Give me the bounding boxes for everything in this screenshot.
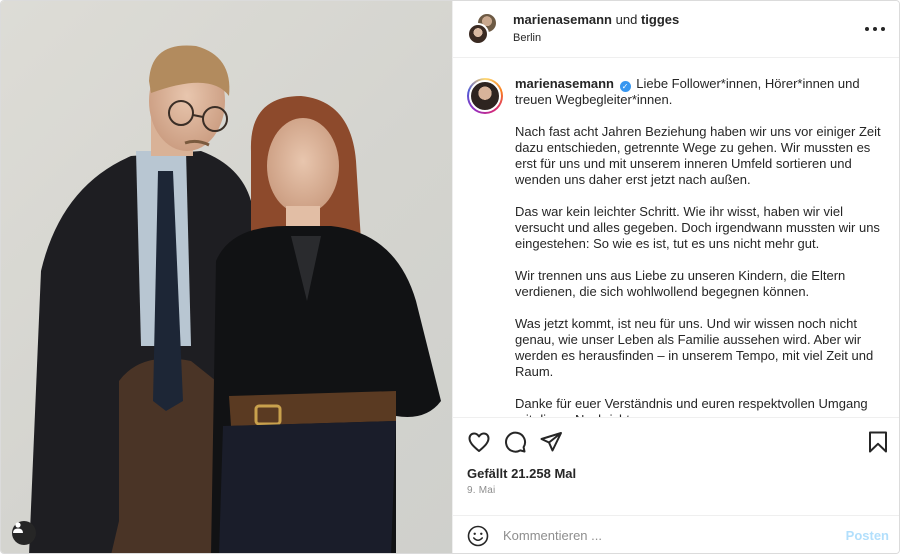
- caption-paragraph: Danke für euer Verständnis und euren res…: [515, 396, 868, 417]
- header-collaborator-link[interactable]: tigges: [641, 12, 679, 27]
- user-icon: [13, 522, 23, 533]
- comment-input[interactable]: [503, 528, 846, 543]
- instagram-post: marienasemann und tigges Berlin marienas…: [0, 0, 900, 554]
- caption-avatar[interactable]: [467, 78, 503, 114]
- save-button[interactable]: [866, 430, 890, 454]
- avatar[interactable]: [467, 23, 489, 45]
- share-icon: [540, 431, 562, 451]
- collab-avatars[interactable]: [467, 9, 507, 49]
- location-link[interactable]: Berlin: [513, 30, 679, 46]
- post-comment-button[interactable]: Posten: [846, 528, 889, 543]
- like-button[interactable]: [467, 430, 491, 454]
- header-title: marienasemann und tigges: [513, 12, 679, 28]
- share-button[interactable]: [539, 430, 563, 454]
- post-date[interactable]: 9. Mai: [453, 485, 899, 509]
- more-options-button[interactable]: [863, 17, 887, 41]
- header-text: marienasemann und tigges Berlin: [513, 12, 679, 46]
- post-photo[interactable]: [1, 1, 452, 553]
- verified-badge-icon: ✓: [619, 81, 631, 92]
- heart-icon: [468, 432, 490, 452]
- header-connector: und: [615, 12, 638, 27]
- likes-count[interactable]: Gefällt 21.258 Mal: [453, 465, 899, 483]
- caption-username-link[interactable]: marienasemann: [515, 76, 614, 91]
- comment-button[interactable]: [503, 430, 527, 454]
- comment-icon: [505, 431, 527, 453]
- post-side-panel: marienasemann und tigges Berlin marienas…: [452, 1, 899, 553]
- caption-paragraph: Wir trennen uns aus Liebe zu unseren Kin…: [515, 268, 846, 299]
- caption-intro: marienasemann ✓ Liebe Follower*innen, Hö…: [515, 76, 885, 108]
- bookmark-icon: [869, 431, 887, 452]
- header-username-link[interactable]: marienasemann: [513, 12, 612, 27]
- caption: marienasemann ✓ Liebe Follower*innen, Hö…: [515, 76, 885, 417]
- caption-area: marienasemann ✓ Liebe Follower*innen, Hö…: [453, 58, 899, 417]
- caption-paragraph: Das war kein leichter Schritt. Wie ihr w…: [515, 204, 880, 251]
- comment-composer: Posten: [453, 515, 899, 553]
- photo-couple-illustration: [29, 45, 441, 553]
- tagged-users-button[interactable]: [12, 521, 36, 545]
- post-header: marienasemann und tigges Berlin: [453, 1, 899, 58]
- more-horizontal-icon: [865, 27, 885, 31]
- action-bar: [453, 417, 899, 465]
- emoji-icon: [467, 525, 489, 546]
- caption-paragraph: Was jetzt kommt, ist neu für uns. Und wi…: [515, 316, 874, 379]
- emoji-button[interactable]: [467, 525, 489, 547]
- caption-paragraph: Nach fast acht Jahren Beziehung haben wi…: [515, 124, 881, 187]
